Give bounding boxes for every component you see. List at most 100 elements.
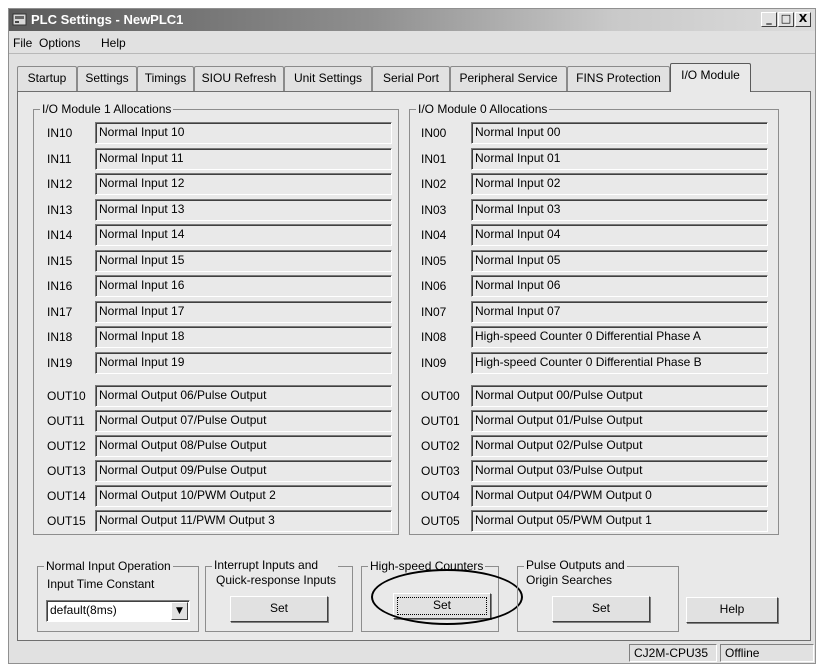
in12-label: IN12 xyxy=(47,177,73,191)
chevron-down-icon[interactable]: ▼ xyxy=(171,602,188,620)
in11-field[interactable]: Normal Input 11 xyxy=(95,148,392,170)
out12-field[interactable]: Normal Output 08/Pulse Output xyxy=(95,435,392,457)
out03-field[interactable]: Normal Output 03/Pulse Output xyxy=(471,460,768,482)
in05-field[interactable]: Normal Input 05 xyxy=(471,250,768,272)
in19-field[interactable]: Normal Input 19 xyxy=(95,352,392,374)
in14-label: IN14 xyxy=(47,228,73,242)
out04-label: OUT04 xyxy=(421,489,460,503)
out14-field[interactable]: Normal Output 10/PWM Output 2 xyxy=(95,485,392,507)
in15-field[interactable]: Normal Input 15 xyxy=(95,250,392,272)
high-speed-counters-set-button[interactable]: Set xyxy=(393,593,491,619)
in15-label: IN15 xyxy=(47,254,73,268)
close-button[interactable]: X xyxy=(795,12,811,27)
in00-label: IN00 xyxy=(421,126,447,140)
status-mode: Offline xyxy=(720,644,814,662)
menu-bar: File Options Help xyxy=(9,32,815,54)
normal-input-operation-title: Normal Input Operation xyxy=(44,558,173,574)
window-title: PLC Settings - NewPLC1 xyxy=(31,12,184,27)
interrupt-title-line1: Interrupt Inputs and xyxy=(214,558,319,572)
input-time-constant-select[interactable]: default(8ms) ▼ xyxy=(46,600,190,622)
in08-label: IN08 xyxy=(421,330,447,344)
out15-label: OUT15 xyxy=(47,514,86,528)
tab-siou-refresh[interactable]: SIOU Refresh xyxy=(194,66,284,91)
in03-label: IN03 xyxy=(421,203,447,217)
input-time-constant-value: default(8ms) xyxy=(50,603,117,617)
out12-label: OUT12 xyxy=(47,439,86,453)
tab-fins-protection[interactable]: FINS Protection xyxy=(567,66,670,91)
out15-field[interactable]: Normal Output 11/PWM Output 3 xyxy=(95,510,392,532)
tab-startup[interactable]: Startup xyxy=(17,66,77,91)
in14-field[interactable]: Normal Input 14 xyxy=(95,224,392,246)
out11-field[interactable]: Normal Output 07/Pulse Output xyxy=(95,410,392,432)
interrupt-inputs-title: Interrupt Inputs and Quick-response Input… xyxy=(212,558,339,588)
in01-field[interactable]: Normal Input 01 xyxy=(471,148,768,170)
tab-serial-port[interactable]: Serial Port xyxy=(372,66,450,91)
out13-field[interactable]: Normal Output 09/Pulse Output xyxy=(95,460,392,482)
in07-field[interactable]: Normal Input 07 xyxy=(471,301,768,323)
in17-label: IN17 xyxy=(47,305,73,319)
out01-field[interactable]: Normal Output 01/Pulse Output xyxy=(471,410,768,432)
normal-input-operation-group: Normal Input Operation xyxy=(37,558,199,632)
out02-field[interactable]: Normal Output 02/Pulse Output xyxy=(471,435,768,457)
in04-field[interactable]: Normal Input 04 xyxy=(471,224,768,246)
input-time-constant-label: Input Time Constant xyxy=(47,577,155,591)
in03-field[interactable]: Normal Input 03 xyxy=(471,199,768,221)
out14-label: OUT14 xyxy=(47,489,86,503)
out10-field[interactable]: Normal Output 06/Pulse Output xyxy=(95,385,392,407)
in00-field[interactable]: Normal Input 00 xyxy=(471,122,768,144)
plc-settings-window: PLC Settings - NewPLC1 _ □ X File Option… xyxy=(8,8,816,664)
in09-label: IN09 xyxy=(421,356,447,370)
maximize-button[interactable]: □ xyxy=(778,12,794,27)
in01-label: IN01 xyxy=(421,152,447,166)
title-bar[interactable]: PLC Settings - NewPLC1 _ □ X xyxy=(9,9,815,31)
interrupt-title-line2: Quick-response Inputs xyxy=(216,573,337,587)
in02-label: IN02 xyxy=(421,177,447,191)
tab-io-module[interactable]: I/O Module xyxy=(670,63,751,92)
status-bar: CJ2M-CPU35 Offline xyxy=(9,641,815,663)
pulse-outputs-set-button[interactable]: Set xyxy=(552,596,650,622)
menu-help[interactable]: Help xyxy=(101,36,126,50)
tab-settings[interactable]: Settings xyxy=(77,66,137,91)
app-icon xyxy=(12,13,27,26)
high-speed-counters-title: High-speed Counters xyxy=(368,558,486,574)
in10-label: IN10 xyxy=(47,126,73,140)
in16-field[interactable]: Normal Input 16 xyxy=(95,275,392,297)
in16-label: IN16 xyxy=(47,279,73,293)
in17-field[interactable]: Normal Input 17 xyxy=(95,301,392,323)
in08-field[interactable]: High-speed Counter 0 Differential Phase … xyxy=(471,326,768,348)
interrupt-set-button[interactable]: Set xyxy=(230,596,328,622)
pulse-outputs-title: Pulse Outputs and Origin Searches xyxy=(524,558,627,588)
io-module-0-title: I/O Module 0 Allocations xyxy=(416,101,550,117)
out04-field[interactable]: Normal Output 04/PWM Output 0 xyxy=(471,485,768,507)
in13-field[interactable]: Normal Input 13 xyxy=(95,199,392,221)
minimize-button[interactable]: _ xyxy=(761,12,777,27)
out03-label: OUT03 xyxy=(421,464,460,478)
pulse-title-line2: Origin Searches xyxy=(526,573,613,587)
out13-label: OUT13 xyxy=(47,464,86,478)
in09-field[interactable]: High-speed Counter 0 Differential Phase … xyxy=(471,352,768,374)
in02-field[interactable]: Normal Input 02 xyxy=(471,173,768,195)
tab-unit-settings[interactable]: Unit Settings xyxy=(284,66,372,91)
out05-field[interactable]: Normal Output 05/PWM Output 1 xyxy=(471,510,768,532)
in10-field[interactable]: Normal Input 10 xyxy=(95,122,392,144)
tab-timings[interactable]: Timings xyxy=(137,66,194,91)
help-button[interactable]: Help xyxy=(686,597,778,623)
in19-label: IN19 xyxy=(47,356,73,370)
in18-field[interactable]: Normal Input 18 xyxy=(95,326,392,348)
in06-field[interactable]: Normal Input 06 xyxy=(471,275,768,297)
in11-label: IN11 xyxy=(47,152,72,166)
in12-field[interactable]: Normal Input 12 xyxy=(95,173,392,195)
tab-peripheral-service[interactable]: Peripheral Service xyxy=(450,66,567,91)
in13-label: IN13 xyxy=(47,203,73,217)
out01-label: OUT01 xyxy=(421,414,460,428)
menu-options[interactable]: Options xyxy=(39,36,80,50)
out11-label: OUT11 xyxy=(47,414,85,428)
out05-label: OUT05 xyxy=(421,514,460,528)
io-module-1-title: I/O Module 1 Allocations xyxy=(40,101,174,117)
menu-file[interactable]: File xyxy=(13,36,32,50)
in04-label: IN04 xyxy=(421,228,447,242)
focus-rectangle xyxy=(397,597,487,615)
out00-label: OUT00 xyxy=(421,389,460,403)
in18-label: IN18 xyxy=(47,330,73,344)
out00-field[interactable]: Normal Output 00/Pulse Output xyxy=(471,385,768,407)
